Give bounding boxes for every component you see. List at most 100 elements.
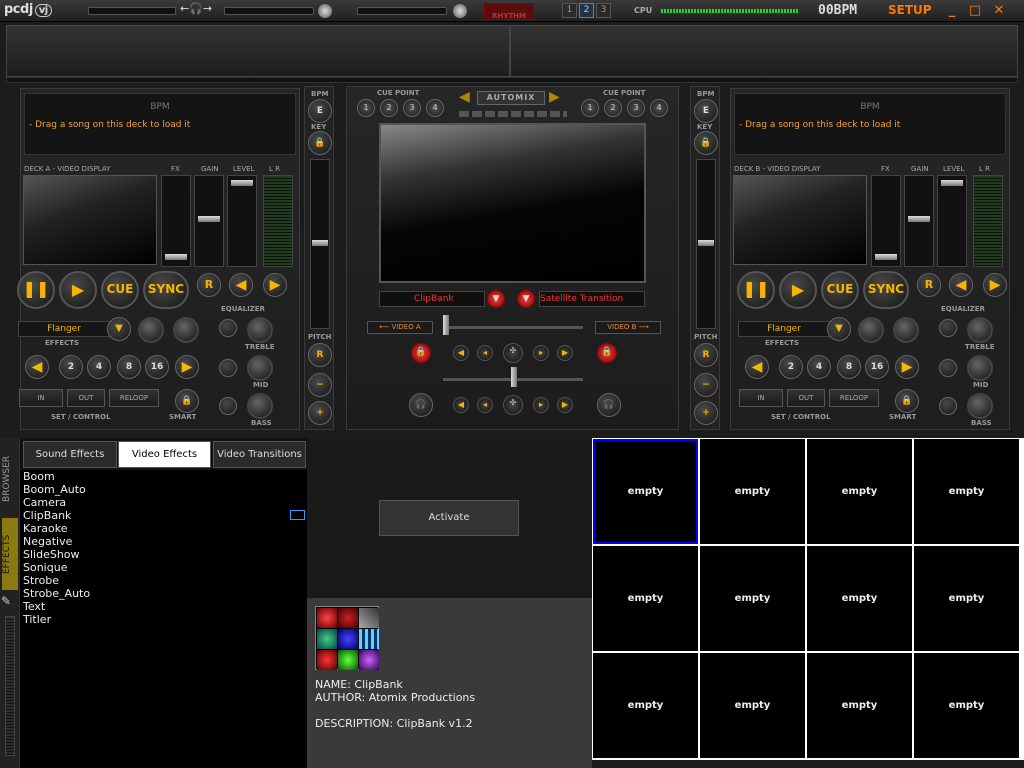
list-item[interactable]: Strobe — [20, 574, 307, 587]
deck-a-level-fader[interactable] — [227, 175, 257, 267]
list-item[interactable]: SlideShow — [20, 548, 307, 561]
clipbank-dropdown[interactable]: ▼ — [487, 290, 505, 308]
deck-a-loop-prev-button[interactable]: ◀ — [25, 355, 49, 379]
deck-b-mid-knob[interactable] — [967, 355, 993, 381]
deck-a-sync-button[interactable]: SYNC — [143, 271, 189, 309]
clipbank-select[interactable]: ClipBank — [379, 291, 485, 307]
deck-b-effect-knob-2[interactable] — [893, 317, 919, 343]
deck-b-pitch-plus-button[interactable]: + — [694, 401, 718, 425]
deck-b-reloop-button[interactable]: RELOOP — [829, 389, 879, 407]
video-center-button[interactable]: ✣ — [503, 343, 523, 363]
effect-checkbox[interactable] — [290, 510, 305, 520]
clip-slot[interactable]: empty — [593, 439, 698, 544]
video-crossfader[interactable] — [443, 326, 583, 329]
deck-a-pitch-plus-button[interactable]: + — [308, 401, 332, 425]
deck-a-mid-knob[interactable] — [247, 355, 273, 381]
list-item[interactable]: Text — [20, 600, 307, 613]
video-b-step-forward-button[interactable]: ▸ — [533, 345, 549, 361]
deck-a-loop-16[interactable]: 16 — [145, 355, 169, 379]
list-item[interactable]: Karaoke — [20, 522, 307, 535]
deck-a-bass-kill[interactable] — [219, 397, 237, 415]
list-item[interactable]: Boom_Auto — [20, 483, 307, 496]
deck-b-pitch-minus-button[interactable]: − — [694, 373, 718, 397]
deck-a-loop-in-button[interactable]: IN — [19, 389, 63, 407]
deck-b-level-fader[interactable] — [937, 175, 967, 267]
audio-a-back-button[interactable]: ◀ — [453, 397, 469, 413]
automix-button[interactable]: AUTOMIX — [477, 91, 545, 105]
clip-slot[interactable]: empty — [593, 653, 698, 758]
activate-button[interactable]: Activate — [379, 500, 519, 536]
deck-a-fx-fader[interactable] — [161, 175, 191, 267]
video-a-button[interactable]: ⟵ VIDEO A — [367, 321, 433, 334]
deck-layout-3-button[interactable]: 3 — [596, 3, 611, 18]
cue-b-2[interactable]: 2 — [604, 99, 622, 117]
deck-b-loop-in-button[interactable]: IN — [739, 389, 783, 407]
deck-a-effect-knob-1[interactable] — [138, 317, 164, 343]
deck-a-loop-8[interactable]: 8 — [117, 355, 141, 379]
video-a-lock-button[interactable]: 🔒 — [411, 343, 431, 363]
deck-a-treble-kill[interactable] — [219, 319, 237, 337]
deck-b-effect-knob-1[interactable] — [858, 317, 884, 343]
deck-b-loop-8[interactable]: 8 — [837, 355, 861, 379]
minimize-button[interactable]: _ — [943, 3, 961, 19]
clip-slot[interactable]: empty — [700, 546, 805, 651]
cue-a-2[interactable]: 2 — [380, 99, 398, 117]
deck-b-info[interactable]: BPM - Drag a song on this deck to load i… — [734, 93, 1006, 155]
deck-a-play-button[interactable]: ▶ — [59, 271, 97, 309]
clip-slot[interactable]: empty — [593, 546, 698, 651]
headphone-a-button[interactable]: 🎧 — [409, 393, 433, 417]
rhythm-button[interactable]: RHYTHM — [484, 3, 534, 20]
video-a-step-back-button[interactable]: ◂ — [477, 345, 493, 361]
automix-next-icon[interactable]: ▶ — [549, 89, 560, 105]
deck-b-smart-button[interactable]: 🔒 — [895, 389, 919, 413]
deck-a-effect-dropdown[interactable]: ▼ — [107, 317, 131, 341]
deck-b-treble-kill[interactable] — [939, 319, 957, 337]
headphone-b-button[interactable]: 🎧 — [597, 393, 621, 417]
cue-a-4[interactable]: 4 — [426, 99, 444, 117]
deck-a-rewind-button[interactable]: ◀ — [229, 273, 253, 297]
deck-a-info[interactable]: BPM - Drag a song on this deck to load i… — [24, 93, 296, 155]
clip-slot[interactable]: empty — [914, 653, 1019, 758]
deck-a-gain-fader[interactable] — [194, 175, 224, 267]
deck-b-cue-button[interactable]: CUE — [821, 271, 859, 309]
deck-b-fx-fader[interactable] — [871, 175, 901, 267]
effects-side-tab[interactable]: EFFECTS — [2, 518, 18, 590]
audio-a-step-back-button[interactable]: ◂ — [477, 397, 493, 413]
setup-button[interactable]: SETUP — [888, 3, 932, 17]
audio-b-step-forward-button[interactable]: ▸ — [533, 397, 549, 413]
audio-b-forward-button[interactable]: ▶ — [557, 397, 573, 413]
deck-b-key-lock-button[interactable]: 🔒 — [694, 131, 718, 155]
clip-slot[interactable]: empty — [700, 439, 805, 544]
deck-layout-2-button[interactable]: 2 — [579, 3, 594, 18]
automix-prev-icon[interactable]: ◀ — [459, 89, 470, 105]
deck-layout-1-button[interactable]: 1 — [562, 3, 577, 18]
deck-b-loop-16[interactable]: 16 — [865, 355, 889, 379]
list-item[interactable]: ClipBank — [20, 509, 307, 522]
clip-slot[interactable]: empty — [914, 546, 1019, 651]
mix-knob-icon[interactable] — [318, 4, 332, 18]
pin-icon[interactable]: ✎ — [1, 594, 11, 608]
deck-b-pitch-slider[interactable] — [696, 159, 716, 329]
deck-b-pause-button[interactable]: ❚❚ — [737, 271, 775, 309]
video-a-back-button[interactable]: ◀ — [453, 345, 469, 361]
tab-video-transitions[interactable]: Video Transitions — [213, 441, 306, 468]
deck-b-pitch-reset-button[interactable]: R — [694, 343, 718, 367]
deck-b-loop-2[interactable]: 2 — [779, 355, 803, 379]
deck-a-loop-4[interactable]: 4 — [87, 355, 111, 379]
deck-a-e-button[interactable]: E — [308, 99, 332, 123]
deck-b-e-button[interactable]: E — [694, 99, 718, 123]
audio-center-button[interactable]: ✣ — [503, 395, 523, 415]
deck-a-key-lock-button[interactable]: 🔒 — [308, 131, 332, 155]
headphone-volume-slider[interactable] — [357, 7, 447, 15]
deck-a-pitch-reset-button[interactable]: R — [308, 343, 332, 367]
deck-a-forward-button[interactable]: ▶ — [263, 273, 287, 297]
list-item[interactable]: Sonique — [20, 561, 307, 574]
deck-a-smart-button[interactable]: 🔒 — [175, 389, 199, 413]
deck-a-mid-kill[interactable] — [219, 359, 237, 377]
cue-b-1[interactable]: 1 — [581, 99, 599, 117]
deck-a-loop-out-button[interactable]: OUT — [67, 389, 105, 407]
deck-b-gain-fader[interactable] — [904, 175, 934, 267]
video-crossfader-handle[interactable] — [443, 315, 449, 335]
deck-b-loop-4[interactable]: 4 — [807, 355, 831, 379]
deck-a-reverse-button[interactable]: R — [197, 273, 221, 297]
